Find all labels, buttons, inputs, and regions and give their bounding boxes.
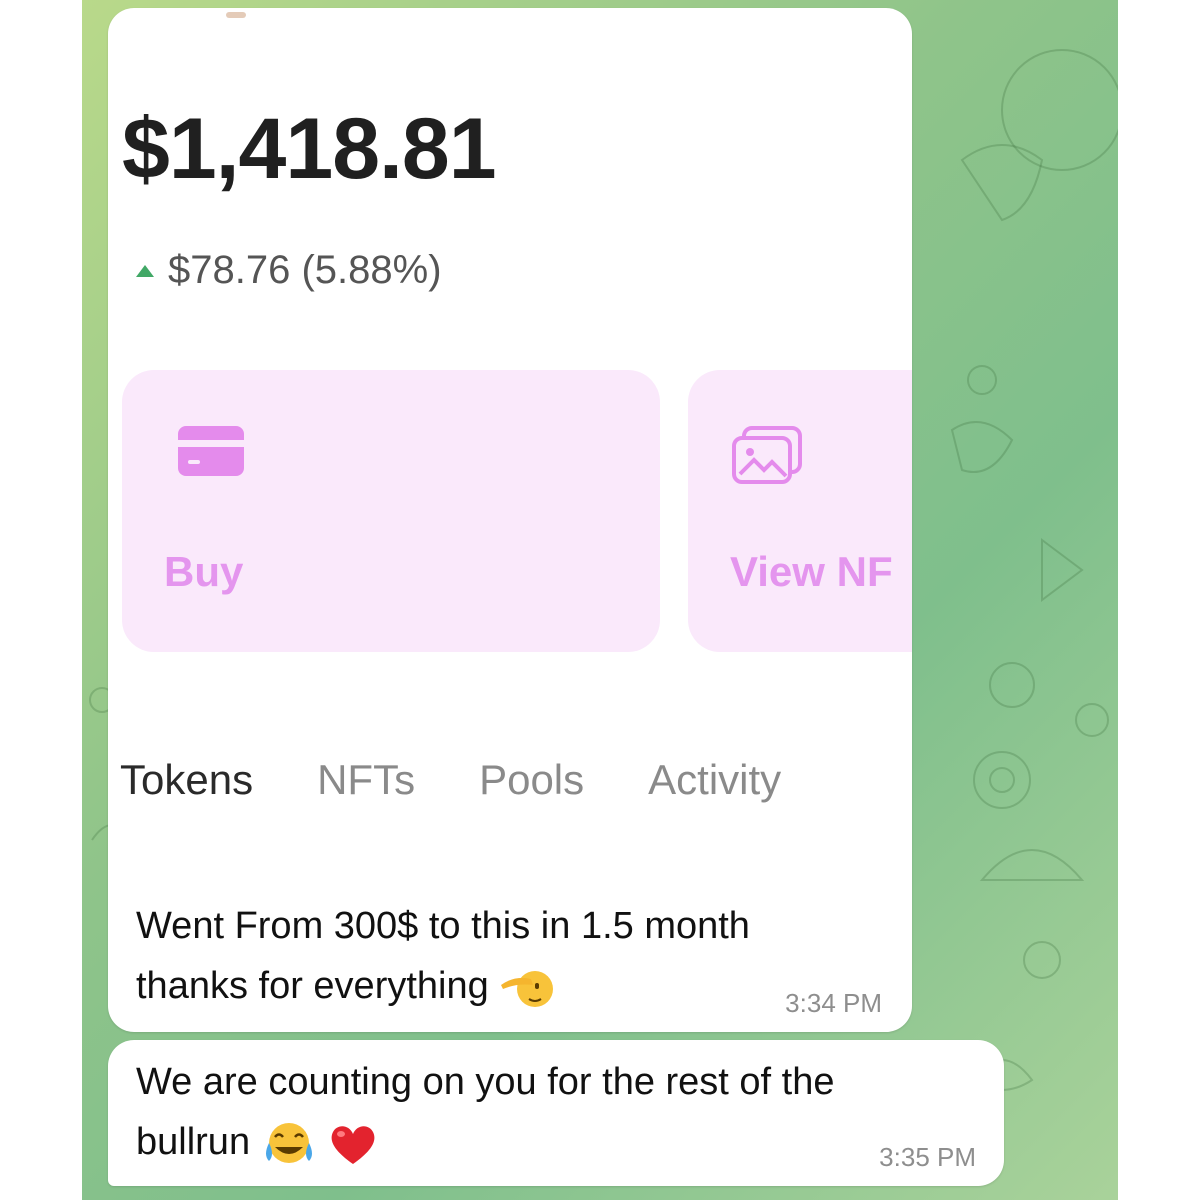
balance-change-value: $78.76 (5.88%) bbox=[168, 248, 442, 292]
view-nfts-label: View NF bbox=[730, 548, 893, 595]
message-line: Went From 300$ to this in 1.5 month bbox=[136, 905, 750, 947]
message-line: bullrun bbox=[136, 1121, 251, 1163]
wallet-tabs: Tokens NFTs Pools Activity bbox=[120, 756, 845, 804]
message-timestamp: 3:35 PM bbox=[879, 1142, 976, 1172]
buy-button[interactable]: Buy bbox=[122, 370, 660, 652]
saluting-face-icon bbox=[501, 970, 554, 1007]
up-arrow-icon bbox=[136, 264, 154, 277]
wallet-screenshot[interactable]: $1,418.81 $78.76 (5.88%) Buy View NF Tok bbox=[108, 8, 912, 868]
message-line: thanks for everything bbox=[136, 965, 489, 1007]
buy-label: Buy bbox=[164, 548, 244, 595]
message-text: We are counting on you for the rest of t… bbox=[136, 1052, 996, 1172]
status-indicator bbox=[226, 12, 246, 18]
tab-tokens[interactable]: Tokens bbox=[120, 756, 253, 804]
tears-of-joy-icon bbox=[265, 1122, 312, 1163]
message-text: Went From 300$ to this in 1.5 month than… bbox=[136, 896, 896, 1016]
balance-change: $78.76 (5.88%) bbox=[136, 248, 442, 293]
red-heart-icon bbox=[331, 1126, 375, 1164]
tab-pools[interactable]: Pools bbox=[479, 756, 584, 804]
reply-message-bubble[interactable]: We are counting on you for the rest of t… bbox=[108, 1040, 1004, 1186]
view-nfts-button[interactable]: View NF bbox=[688, 370, 912, 652]
tab-activity[interactable]: Activity bbox=[648, 756, 781, 804]
photo-message-bubble[interactable]: $1,418.81 $78.76 (5.88%) Buy View NF Tok bbox=[108, 8, 912, 1032]
message-line: We are counting on you for the rest of t… bbox=[136, 1061, 835, 1103]
credit-card-icon bbox=[178, 426, 244, 476]
images-icon bbox=[732, 426, 802, 484]
wallet-balance: $1,418.81 bbox=[122, 101, 497, 197]
message-timestamp: 3:34 PM bbox=[785, 988, 882, 1018]
tab-nfts[interactable]: NFTs bbox=[317, 756, 415, 804]
